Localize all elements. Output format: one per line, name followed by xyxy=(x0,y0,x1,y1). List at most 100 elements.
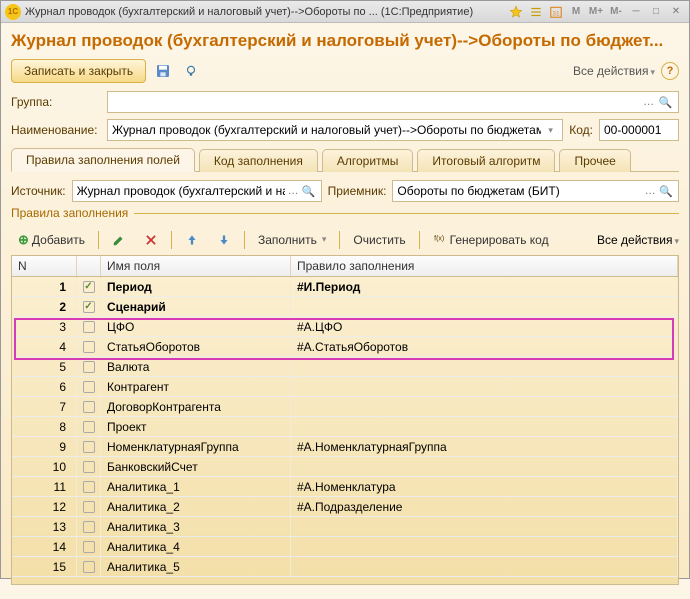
cell-field: Аналитика_2 xyxy=(101,497,291,516)
table-row[interactable]: 2Сценарий xyxy=(12,297,678,317)
cell-check[interactable] xyxy=(77,317,101,336)
m-minus-button[interactable]: M- xyxy=(607,4,625,20)
cell-check[interactable] xyxy=(77,417,101,436)
ellipsis-icon[interactable]: … xyxy=(642,181,658,201)
cell-field: БанковскийСчет xyxy=(101,457,291,476)
cell-check[interactable] xyxy=(77,377,101,396)
cell-check[interactable] xyxy=(77,557,101,576)
cell-check[interactable] xyxy=(77,497,101,516)
cell-check[interactable] xyxy=(77,297,101,316)
minimize-button[interactable]: ─ xyxy=(627,4,645,20)
col-header-rule[interactable]: Правило заполнения xyxy=(291,256,678,276)
search-icon[interactable]: 🔍 xyxy=(301,181,317,201)
checkbox-icon[interactable] xyxy=(83,521,95,533)
tab-rules[interactable]: Правила заполнения полей xyxy=(11,148,195,172)
svg-text:31: 31 xyxy=(552,10,560,17)
table-row[interactable]: 8Проект xyxy=(12,417,678,437)
table-row[interactable]: 11Аналитика_1#А.Номенклатура xyxy=(12,477,678,497)
code-input[interactable] xyxy=(599,119,679,141)
checkbox-icon[interactable] xyxy=(83,461,95,473)
checkbox-icon[interactable] xyxy=(83,381,95,393)
bulb-icon[interactable] xyxy=(180,60,202,82)
delete-button[interactable] xyxy=(137,230,165,250)
cell-check[interactable] xyxy=(77,357,101,376)
group-input[interactable]: …🔍 xyxy=(107,91,679,113)
cell-check[interactable] xyxy=(77,457,101,476)
all-actions-link[interactable]: Все действия xyxy=(573,64,655,78)
cell-check[interactable] xyxy=(77,337,101,356)
plus-icon: ⊕ xyxy=(18,232,29,248)
tab-code[interactable]: Код заполнения xyxy=(199,149,318,172)
save-icon[interactable] xyxy=(152,60,174,82)
cell-check[interactable] xyxy=(77,437,101,456)
table-row[interactable]: 14Аналитика_4 xyxy=(12,537,678,557)
col-header-n[interactable]: N xyxy=(12,256,77,276)
dropdown-icon[interactable] xyxy=(541,120,558,140)
add-button[interactable]: ⊕Добавить xyxy=(11,229,92,251)
checkbox-icon[interactable] xyxy=(83,401,95,413)
checkbox-icon[interactable] xyxy=(83,501,95,513)
source-input[interactable]: …🔍 xyxy=(72,180,322,202)
table-row[interactable]: 4СтатьяОборотов#А.СтатьяОборотов xyxy=(12,337,678,357)
name-input[interactable] xyxy=(107,119,563,141)
search-icon[interactable]: 🔍 xyxy=(658,181,674,201)
table-row[interactable]: 5Валюта xyxy=(12,357,678,377)
checkbox-icon[interactable] xyxy=(83,361,95,373)
cell-rule xyxy=(291,517,678,536)
cell-check[interactable] xyxy=(77,397,101,416)
cell-check[interactable] xyxy=(77,537,101,556)
ellipsis-icon[interactable]: … xyxy=(640,92,657,112)
checkbox-icon[interactable] xyxy=(83,341,95,353)
help-icon[interactable]: ? xyxy=(661,62,679,80)
clear-button[interactable]: Очистить xyxy=(346,230,412,250)
edit-button[interactable] xyxy=(105,230,133,250)
app-logo-icon: 1C xyxy=(5,4,21,20)
dest-input[interactable]: …🔍 xyxy=(392,180,679,202)
table-row[interactable]: 10БанковскийСчет xyxy=(12,457,678,477)
checkbox-icon[interactable] xyxy=(83,481,95,493)
search-icon[interactable]: 🔍 xyxy=(657,92,674,112)
cell-check[interactable] xyxy=(77,517,101,536)
grid-body[interactable]: 1Период#И.Период2Сценарий3ЦФО#А.ЦФО4Стат… xyxy=(12,277,678,585)
close-button[interactable]: ✕ xyxy=(667,4,685,20)
m-button[interactable]: M xyxy=(567,4,585,20)
table-row[interactable]: 9НоменклатурнаяГруппа#А.НоменклатурнаяГр… xyxy=(12,437,678,457)
cell-check[interactable] xyxy=(77,477,101,496)
star-icon[interactable] xyxy=(507,4,525,20)
generate-code-button[interactable]: f(x)Генерировать код xyxy=(426,228,556,251)
table-row[interactable]: 13Аналитика_3 xyxy=(12,517,678,537)
tab-algorithms[interactable]: Алгоритмы xyxy=(322,149,414,172)
table-row[interactable]: 15Аналитика_5 xyxy=(12,557,678,577)
svg-text:f(x): f(x) xyxy=(434,235,444,242)
cell-n: 5 xyxy=(12,357,77,376)
save-close-button[interactable]: Записать и закрыть xyxy=(11,59,146,83)
checkbox-icon[interactable] xyxy=(83,301,95,313)
checkbox-icon[interactable] xyxy=(83,441,95,453)
move-up-button[interactable] xyxy=(178,230,206,250)
table-row[interactable]: 6Контрагент xyxy=(12,377,678,397)
checkbox-icon[interactable] xyxy=(83,541,95,553)
tab-other[interactable]: Прочее xyxy=(559,149,630,172)
checkbox-icon[interactable] xyxy=(83,421,95,433)
table-row[interactable]: 1Период#И.Период xyxy=(12,277,678,297)
cell-check[interactable] xyxy=(77,277,101,296)
cell-rule xyxy=(291,557,678,576)
table-all-actions-link[interactable]: Все действия xyxy=(597,233,679,247)
maximize-button[interactable]: □ xyxy=(647,4,665,20)
list-icon[interactable] xyxy=(527,4,545,20)
table-toolbar: ⊕Добавить Заполнить Очистить f(x)Генерир… xyxy=(11,224,679,255)
checkbox-icon[interactable] xyxy=(83,561,95,573)
table-row[interactable]: 12Аналитика_2#А.Подразделение xyxy=(12,497,678,517)
checkbox-icon[interactable] xyxy=(83,321,95,333)
table-row[interactable]: 3ЦФО#А.ЦФО xyxy=(12,317,678,337)
tab-final-algorithm[interactable]: Итоговый алгоритм xyxy=(417,149,555,172)
fill-button[interactable]: Заполнить xyxy=(251,230,333,250)
table-row[interactable]: 7ДоговорКонтрагента xyxy=(12,397,678,417)
checkbox-icon[interactable] xyxy=(83,281,95,293)
col-header-check[interactable] xyxy=(77,256,101,276)
move-down-button[interactable] xyxy=(210,230,238,250)
calendar-icon[interactable]: 31 xyxy=(547,4,565,20)
ellipsis-icon[interactable]: … xyxy=(285,181,301,201)
col-header-field[interactable]: Имя поля xyxy=(101,256,291,276)
m-plus-button[interactable]: M+ xyxy=(587,4,605,20)
